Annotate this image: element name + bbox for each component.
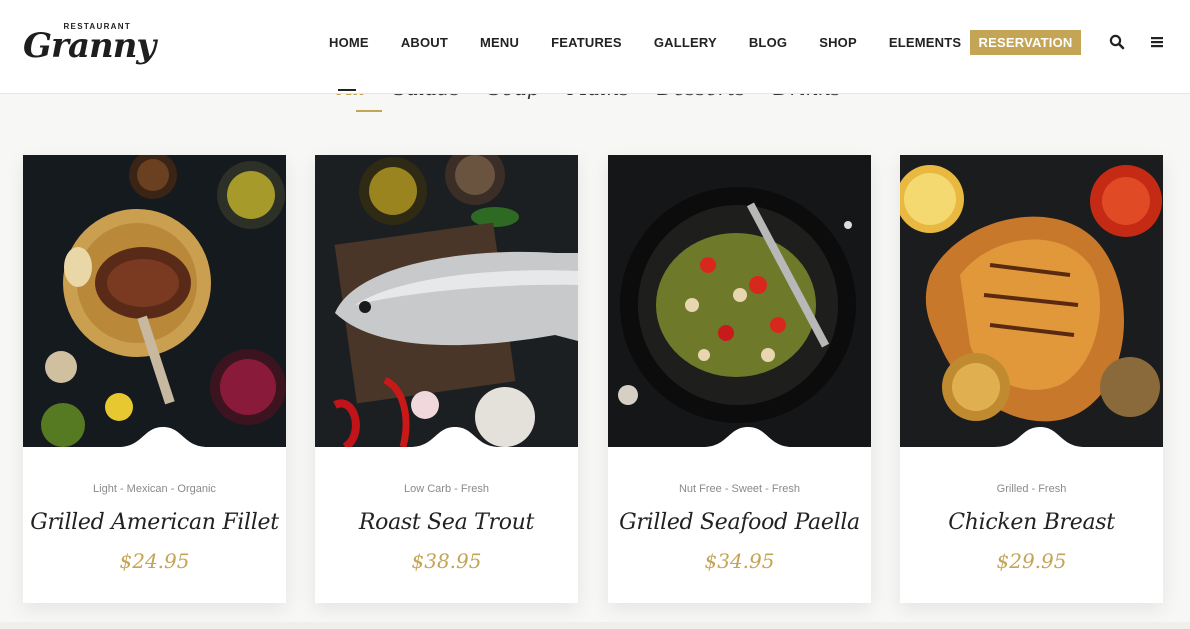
site-header: RESTAURANT Granny HOME ABOUT MENU FEATUR… xyxy=(0,0,1190,94)
dish-image-roast-sea-trout xyxy=(315,155,578,447)
nav-item-features[interactable]: FEATURES xyxy=(551,35,622,50)
reservation-button[interactable]: RESERVATION xyxy=(970,30,1081,55)
dish-image-chicken-breast xyxy=(900,155,1163,447)
main-nav: HOME ABOUT MENU FEATURES GALLERY BLOG SH… xyxy=(313,30,993,55)
dish-title[interactable]: Grilled Seafood Paella xyxy=(608,510,871,535)
nav-item-menu[interactable]: MENU xyxy=(480,35,519,50)
nav-item-about[interactable]: ABOUT xyxy=(401,35,448,50)
menu-card[interactable]: Low Carb - Fresh Roast Sea Trout $38.95 xyxy=(315,155,578,603)
search-icon[interactable] xyxy=(1108,33,1126,51)
dish-title[interactable]: Roast Sea Trout xyxy=(315,510,578,535)
hamburger-menu-icon[interactable] xyxy=(1149,33,1167,51)
menu-card[interactable]: Light - Mexican - Organic Grilled Americ… xyxy=(23,155,286,603)
dish-title[interactable]: Grilled American Fillet xyxy=(23,510,286,535)
dish-image-grilled-seafood-paella xyxy=(608,155,871,447)
dish-tags: Low Carb - Fresh xyxy=(404,483,489,495)
dish-tags: Nut Free - Sweet - Fresh xyxy=(678,483,801,495)
nav-item-shop[interactable]: SHOP xyxy=(819,35,857,50)
filter-dash-decoration xyxy=(338,89,356,91)
dish-price: $34.95 xyxy=(704,549,775,573)
dish-tags: Grilled - Fresh xyxy=(996,483,1067,495)
dish-title[interactable]: Chicken Breast xyxy=(900,510,1163,535)
nav-item-home[interactable]: HOME xyxy=(329,35,369,50)
menu-card[interactable]: Nut Free - Sweet - Fresh Grilled Seafood… xyxy=(608,155,871,603)
dish-image-grilled-american-fillet xyxy=(23,155,286,447)
site-logo[interactable]: RESTAURANT Granny xyxy=(23,20,156,68)
next-row-edge xyxy=(0,622,1190,629)
dish-price: $38.95 xyxy=(411,549,482,573)
nav-item-elements[interactable]: ELEMENTS xyxy=(889,35,961,50)
menu-card[interactable]: Grilled - Fresh Chicken Breast $29.95 xyxy=(900,155,1163,603)
dish-price: $29.95 xyxy=(996,549,1067,573)
nav-item-blog[interactable]: BLOG xyxy=(749,35,787,50)
dish-price: $24.95 xyxy=(119,549,190,573)
dish-tags: Light - Mexican - Organic xyxy=(93,483,216,495)
nav-item-gallery[interactable]: GALLERY xyxy=(654,35,717,50)
logo-wordmark: Granny xyxy=(23,26,156,66)
